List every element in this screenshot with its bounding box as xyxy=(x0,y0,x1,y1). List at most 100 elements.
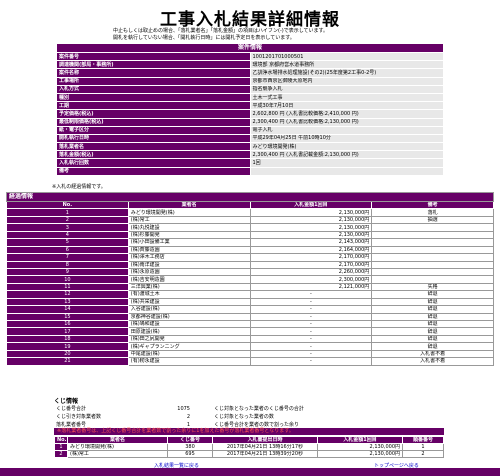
table-row: 20 中尾建設(株) - 入札書不着 xyxy=(6,349,494,359)
row-remark: 辞退 xyxy=(371,327,494,336)
detail-row: 入札方式 指名競争入札 xyxy=(56,84,444,94)
row-no: 7 xyxy=(6,253,129,262)
detail-value: 2,300,400 円 (入札書記載金額:2,130,000 円) xyxy=(249,150,444,160)
row-remark: 入札書不着 xyxy=(371,349,494,359)
kuji-info-value: 1075 xyxy=(177,406,190,412)
row-name: 田原建設(株) xyxy=(127,327,251,336)
kuji-info-row: くじ番号合計 1075 くじ対象となった業者のくじ番号の合計 xyxy=(54,405,356,413)
row-no: 15 xyxy=(6,312,129,322)
row-amount: 2,130,000円 xyxy=(249,223,373,232)
row-no: 12 xyxy=(6,290,129,299)
row-remark xyxy=(371,223,494,232)
detail-value: 京都市西京区御陵大原地内 xyxy=(249,76,444,86)
table-row: 21 (有)籾永建設 - 入札書不着 xyxy=(6,357,494,366)
row-amount: - xyxy=(249,312,373,322)
note-line: 中止もしくは取止めの場合、「落札業者名」「落札金額」の項目はハイフン(-)で表示… xyxy=(113,28,329,34)
row-no: 17 xyxy=(6,327,129,336)
table-row: 6 (株)斉藤造園 2,164,000円 xyxy=(6,245,494,255)
row-time: 2017年04月21日 13時39分20秒 xyxy=(212,450,318,458)
table-row: 17 田原建設(株) - 辞退 xyxy=(6,327,494,336)
row-remark xyxy=(371,238,494,247)
table-row: 8 (株)南洋建設 2,170,000円 xyxy=(6,260,494,269)
kuji-info: くじ番号合計 1075 くじ対象となった業者のくじ番号の合計 くじ引き対象業者数 2 くじ… xyxy=(54,405,356,429)
row-no: 14 xyxy=(6,305,129,314)
detail-row: 工事場所 京都市西京区御陵大原地内 xyxy=(56,76,444,86)
row-remark: 抽選 xyxy=(371,215,494,225)
table-row: 4 (株)杉藤開発 2,130,000円 xyxy=(6,230,494,240)
row-amount: 2,130,000円 xyxy=(249,215,373,225)
row-name: (株)永原造園 xyxy=(127,267,251,277)
table-row: 2 (株)常工 695 2017年04月21日 13時39分20秒 2,130,000円… xyxy=(54,450,444,458)
col-order: 順番番号 xyxy=(402,436,444,444)
row-no: 19 xyxy=(6,342,129,351)
table-row: 7 (株)澤木工務店 2,170,000円 xyxy=(6,253,494,262)
detail-header: 案件情報 xyxy=(56,43,444,53)
row-amount: - xyxy=(249,290,373,299)
row-name: (株)丸悦建設 xyxy=(127,223,251,232)
row-amount: - xyxy=(249,305,373,314)
row-amount: - xyxy=(249,349,373,359)
detail-value: みどり環境開発(株) xyxy=(249,142,444,152)
table-row: 18 (株)田之尻開発 - 辞退 xyxy=(6,334,494,344)
table-row: 1 みどり環境開発(株) 380 2017年04月21日 13時16分17秒 2,130… xyxy=(54,443,444,451)
col-time: 入札書提出日時 xyxy=(212,436,318,444)
row-name: みどり環境開発(株) xyxy=(127,208,251,217)
row-no: 21 xyxy=(6,357,129,366)
detail-label: 最低制限価格(税込) xyxy=(56,117,251,127)
row-no: 11 xyxy=(6,282,129,292)
row-amount: - xyxy=(249,334,373,344)
detail-value: 1回 xyxy=(249,158,444,168)
row-amount: 2,300,000円 xyxy=(249,275,373,284)
row-name: (有)籾永建設 xyxy=(127,357,251,366)
row-name: 三洋興業(株) xyxy=(127,282,251,292)
row-name: (株)常工 xyxy=(127,215,251,225)
row-remark: 辞退 xyxy=(371,297,494,307)
table-row: 1 みどり環境開発(株) 2,130,000円 落札 xyxy=(6,208,494,217)
detail-table: 案件情報 案件番号 1001201701000501 調達機関(部局・事務所) 環境部… xyxy=(56,43,444,176)
row-remark: 辞退 xyxy=(371,342,494,351)
detail-row: 案件名称 乙訓浄水場排水処理施設(その2)(25年度第2工事0-2号) xyxy=(56,68,444,78)
row-amount: 2,260,000円 xyxy=(249,267,373,277)
detail-row: 種別 土木一式工事 xyxy=(56,92,444,103)
row-remark: 辞退 xyxy=(371,334,494,344)
status-note: ※入札の経過情報です。 xyxy=(52,184,106,190)
table-row: 12 (有)渡城土木 - 辞退 xyxy=(6,290,494,299)
detail-label: 落札金額(税込) xyxy=(56,150,251,160)
row-no: 2 xyxy=(54,450,68,458)
row-name: (株)田之尻開発 xyxy=(127,334,251,344)
status-table: 経過情報 No. 業者名 入札金額1回目 備考 1 みどり環境開発(株) 2,130… xyxy=(6,192,494,366)
row-remark: 入札書不着 xyxy=(371,357,494,366)
detail-value: 乙訓浄水場排水処理施設(その2)(25年度第2工事0-2号) xyxy=(249,68,444,78)
row-no: 18 xyxy=(6,334,129,344)
row-remark: 辞退 xyxy=(371,312,494,322)
col-amount: 入札金額1回目 xyxy=(317,436,403,444)
table-row: 19 (株)ギャプランニング - 辞退 xyxy=(6,342,494,351)
row-remark: 辞退 xyxy=(371,290,494,299)
detail-value: 電子入札 xyxy=(249,125,444,135)
row-name: (株)吉安明造園 xyxy=(127,275,251,284)
detail-label: 予定価格(税込) xyxy=(56,109,251,119)
row-amount: 2,164,000円 xyxy=(249,245,373,255)
row-no: 5 xyxy=(6,238,129,247)
detail-value: 1001201701000501 xyxy=(249,51,444,62)
detail-value: 指名競争入札 xyxy=(249,84,444,94)
col-no: No. xyxy=(54,436,68,444)
kuji-info-row: くじ引き対象業者数 2 くじ対象となった業者の数 xyxy=(54,413,356,421)
row-amount: 2,170,000円 xyxy=(249,260,373,269)
row-name: 入谷建設(株) xyxy=(127,305,251,314)
row-name: (株)澤木工務店 xyxy=(127,253,251,262)
row-no: 1 xyxy=(54,443,68,451)
row-name: 京都神谷建設(株) xyxy=(127,312,251,322)
table-row: 9 (株)永原造園 2,260,000円 xyxy=(6,267,494,277)
row-remark: 辞退 xyxy=(371,305,494,314)
detail-value: 環境部 京都府営水道事務所 xyxy=(249,60,444,70)
detail-row: 備考 xyxy=(56,166,444,176)
detail-label: 紙・電子区分 xyxy=(56,125,251,135)
detail-value xyxy=(249,166,444,176)
row-name: (有)渡城土木 xyxy=(127,290,251,299)
row-name: みどり環境開発(株) xyxy=(67,443,168,451)
detail-label: 落札業者名 xyxy=(56,142,251,152)
detail-label: 開札執行日時 xyxy=(56,133,251,144)
detail-label: 種別 xyxy=(56,92,251,103)
kuji-info-label: くじ番号合計 xyxy=(56,406,87,412)
